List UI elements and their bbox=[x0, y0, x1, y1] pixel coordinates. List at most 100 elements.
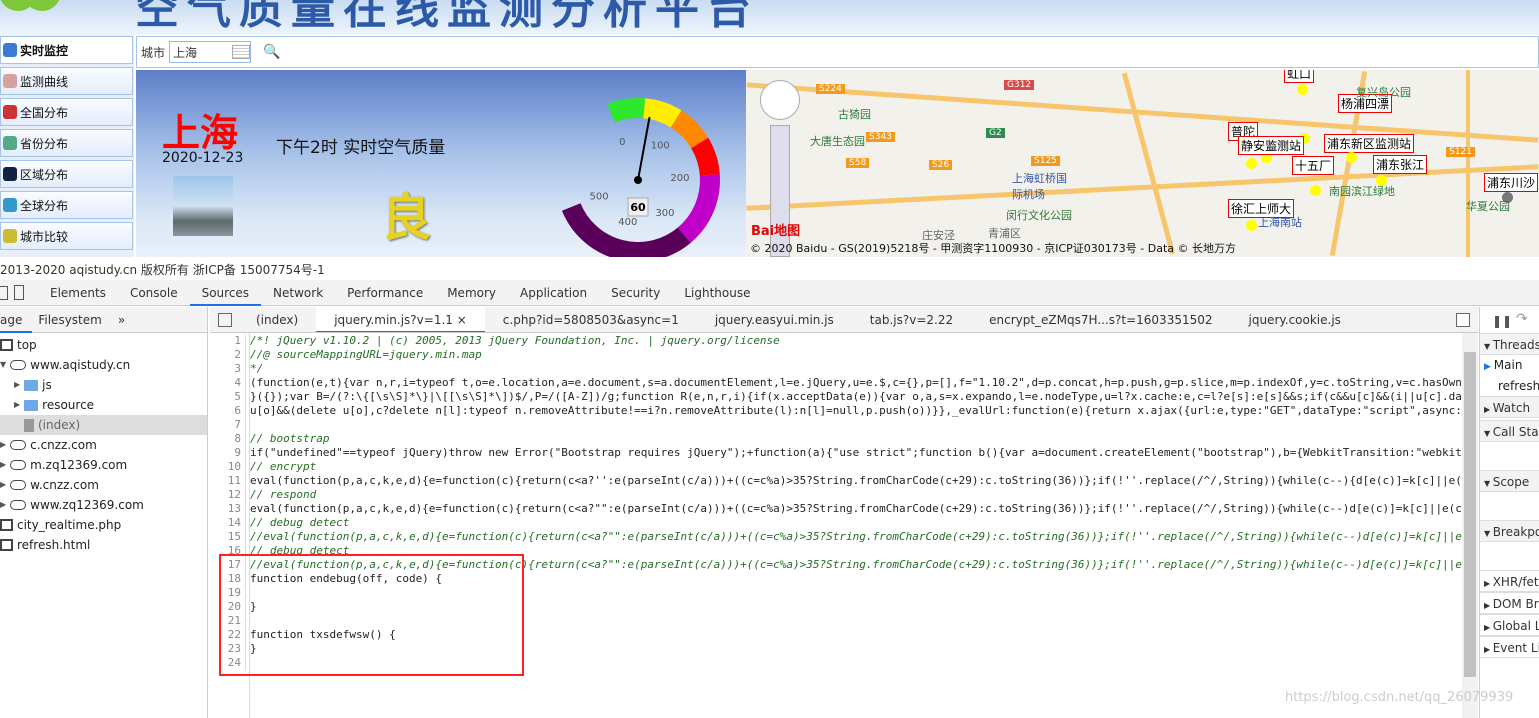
tree-item[interactable]: ▼ www.aqistudy.cn bbox=[0, 355, 130, 375]
debugger-section[interactable]: ▼ Breakpoints bbox=[1480, 520, 1539, 542]
debugger-section[interactable]: ▼ Scope bbox=[1480, 470, 1539, 492]
station-marker[interactable] bbox=[1310, 185, 1321, 196]
debugger-section[interactable]: ▶ Event Li bbox=[1480, 636, 1539, 658]
debugger-section[interactable]: ▶ XHR/fetch bbox=[1480, 570, 1539, 592]
devtools-tab[interactable]: Application bbox=[508, 280, 599, 306]
station-label[interactable]: 浦东新区监测站 bbox=[1324, 134, 1415, 153]
air-quality-label: 下午2时 实时空气质量 bbox=[276, 138, 446, 158]
toggle-debugger-icon[interactable] bbox=[1456, 313, 1470, 327]
tree-item-label: resource bbox=[42, 398, 95, 412]
devtools-tab[interactable]: Elements bbox=[38, 280, 118, 306]
nav-item[interactable]: 实时监控 bbox=[0, 36, 133, 64]
tree-item[interactable]: city_realtime.php bbox=[0, 515, 121, 535]
nav-item-label: 区域分布 bbox=[20, 167, 69, 182]
tree-item[interactable]: ▶ w.cnzz.com bbox=[0, 475, 99, 495]
nav-item[interactable]: 监测曲线 bbox=[0, 67, 133, 95]
editor-tab[interactable]: (index) bbox=[238, 307, 316, 332]
debugger-section[interactable]: ▶ DOM Br bbox=[1480, 592, 1539, 614]
thread-item[interactable]: ▶ Main bbox=[1480, 354, 1539, 376]
nav-item[interactable]: 省份分布 bbox=[0, 129, 133, 157]
tree-item[interactable]: (index) bbox=[0, 415, 207, 435]
devtools-tab[interactable]: Security bbox=[599, 280, 672, 306]
navigator-tab[interactable]: Filesystem bbox=[32, 307, 111, 333]
devtools-tab[interactable]: Sources bbox=[189, 280, 262, 306]
station-label[interactable]: 浦东张江 bbox=[1373, 155, 1428, 174]
station-marker[interactable] bbox=[1346, 152, 1357, 163]
city-input[interactable]: 上海 bbox=[169, 41, 252, 63]
line-number: 2 bbox=[210, 348, 246, 362]
devtools-tab[interactable]: Network bbox=[261, 280, 335, 306]
tree-item[interactable]: top bbox=[0, 335, 37, 355]
collapsed-arrow-icon[interactable]: ▶ bbox=[0, 495, 6, 515]
tree-item[interactable]: ▶ c.cnzz.com bbox=[0, 435, 97, 455]
editor-tab-label: c.php?id=5808503&async=1 bbox=[502, 312, 679, 327]
calendar-icon[interactable] bbox=[232, 45, 251, 59]
line-content: */ bbox=[250, 362, 264, 375]
debugger-section[interactable]: ▶ Global L bbox=[1480, 614, 1539, 636]
thread-label: refresh. bbox=[1498, 379, 1539, 393]
tree-item[interactable]: ▶ js bbox=[14, 375, 52, 395]
nav-item[interactable]: 全国分布 bbox=[0, 98, 133, 126]
line-number: 7 bbox=[210, 418, 246, 432]
tree-item[interactable]: ▶ resource bbox=[14, 395, 94, 415]
devtools-tab[interactable]: Console bbox=[118, 280, 190, 306]
debugger-section[interactable]: ▼ Threads bbox=[1480, 333, 1539, 355]
editor-tab[interactable]: jquery.min.js?v=1.1 × bbox=[316, 307, 485, 332]
nav-item[interactable]: 城市比较 bbox=[0, 222, 133, 250]
editor-tab[interactable]: c.php?id=5808503&async=1 bbox=[485, 307, 697, 332]
nav-item[interactable]: 区域分布 bbox=[0, 160, 133, 188]
expanded-arrow-icon: ▼ bbox=[1484, 479, 1493, 488]
station-marker[interactable] bbox=[1246, 158, 1257, 169]
station-label[interactable]: 浦东川沙 bbox=[1484, 173, 1539, 192]
editor-scrollbar-thumb[interactable] bbox=[1464, 352, 1476, 677]
close-tab-icon[interactable]: × bbox=[453, 313, 467, 327]
debugger-section[interactable]: ▼ Call Stack bbox=[1480, 420, 1539, 442]
scale-icon bbox=[3, 229, 17, 243]
station-marker[interactable] bbox=[1297, 84, 1308, 95]
line-content: // respond bbox=[250, 488, 317, 501]
debugger-section-label: DOM Br bbox=[1492, 597, 1539, 611]
pause-icon[interactable]: ❚❚ bbox=[1492, 314, 1512, 328]
devtools-tab[interactable]: Performance bbox=[335, 280, 435, 306]
debugger-section-label: Call Stack bbox=[1492, 425, 1539, 439]
debugger-section-label: Threads bbox=[1492, 338, 1539, 352]
device-toolbar-icon[interactable] bbox=[14, 285, 24, 300]
navigator-tab[interactable]: » bbox=[112, 307, 135, 333]
station-label[interactable]: 十五厂 bbox=[1292, 156, 1335, 175]
gauge-band bbox=[607, 98, 646, 123]
search-icon[interactable]: 🔍 bbox=[263, 44, 280, 60]
road-shield: S125 bbox=[1031, 156, 1060, 166]
navigator-tab[interactable]: age bbox=[0, 307, 33, 333]
expanded-arrow-icon[interactable]: ▼ bbox=[0, 355, 6, 375]
collapsed-arrow-icon[interactable]: ▶ bbox=[0, 475, 6, 495]
tree-item[interactable]: ▶ www.zq12369.com bbox=[0, 495, 144, 515]
tree-item[interactable]: ▶ m.zq12369.com bbox=[0, 455, 127, 475]
monitor-icon bbox=[3, 43, 17, 57]
thread-label: Main bbox=[1493, 358, 1523, 372]
station-label[interactable]: 虹口 bbox=[1284, 70, 1315, 83]
nav-item[interactable]: 全球分布 bbox=[0, 191, 133, 219]
map-zoom-control[interactable] bbox=[760, 80, 800, 120]
editor-tab[interactable]: encrypt_eZMqs7H...s?t=1603351502 bbox=[971, 307, 1230, 332]
step-over-icon[interactable]: ↷ bbox=[1516, 311, 1528, 327]
tree-item[interactable]: refresh.html bbox=[0, 535, 90, 555]
station-marker[interactable] bbox=[1246, 220, 1257, 231]
debugger-section[interactable]: ▶ Watch bbox=[1480, 396, 1539, 418]
side-nav: 实时监控监测曲线全国分布省份分布区域分布全球分布城市比较 bbox=[0, 35, 134, 257]
inspect-icon[interactable] bbox=[0, 285, 8, 300]
editor-tab[interactable]: jquery.cookie.js bbox=[1231, 307, 1359, 332]
collapsed-arrow-icon[interactable]: ▶ bbox=[14, 375, 20, 395]
road-shield: S26 bbox=[929, 160, 953, 170]
collapsed-arrow-icon[interactable]: ▶ bbox=[0, 435, 6, 455]
collapsed-arrow-icon[interactable]: ▶ bbox=[14, 395, 20, 415]
editor-tab[interactable]: jquery.easyui.min.js bbox=[697, 307, 852, 332]
collapsed-arrow-icon[interactable]: ▶ bbox=[0, 455, 6, 475]
devtools-tab[interactable]: Lighthouse bbox=[672, 280, 762, 306]
baidu-map[interactable]: Bai地图 © 2020 Baidu - GS(2019)5218号 - 甲测资… bbox=[746, 70, 1539, 257]
editor-tab[interactable]: tab.js?v=2.22 bbox=[852, 307, 971, 332]
devtools-tab[interactable]: Memory bbox=[435, 280, 508, 306]
line-content: eval(function(p,a,c,k,e,d){e=function(c)… bbox=[250, 474, 1462, 487]
tree-item-label: c.cnzz.com bbox=[30, 438, 97, 452]
thread-item[interactable]: refresh. bbox=[1480, 375, 1539, 397]
toggle-navigator-icon[interactable] bbox=[218, 312, 232, 327]
